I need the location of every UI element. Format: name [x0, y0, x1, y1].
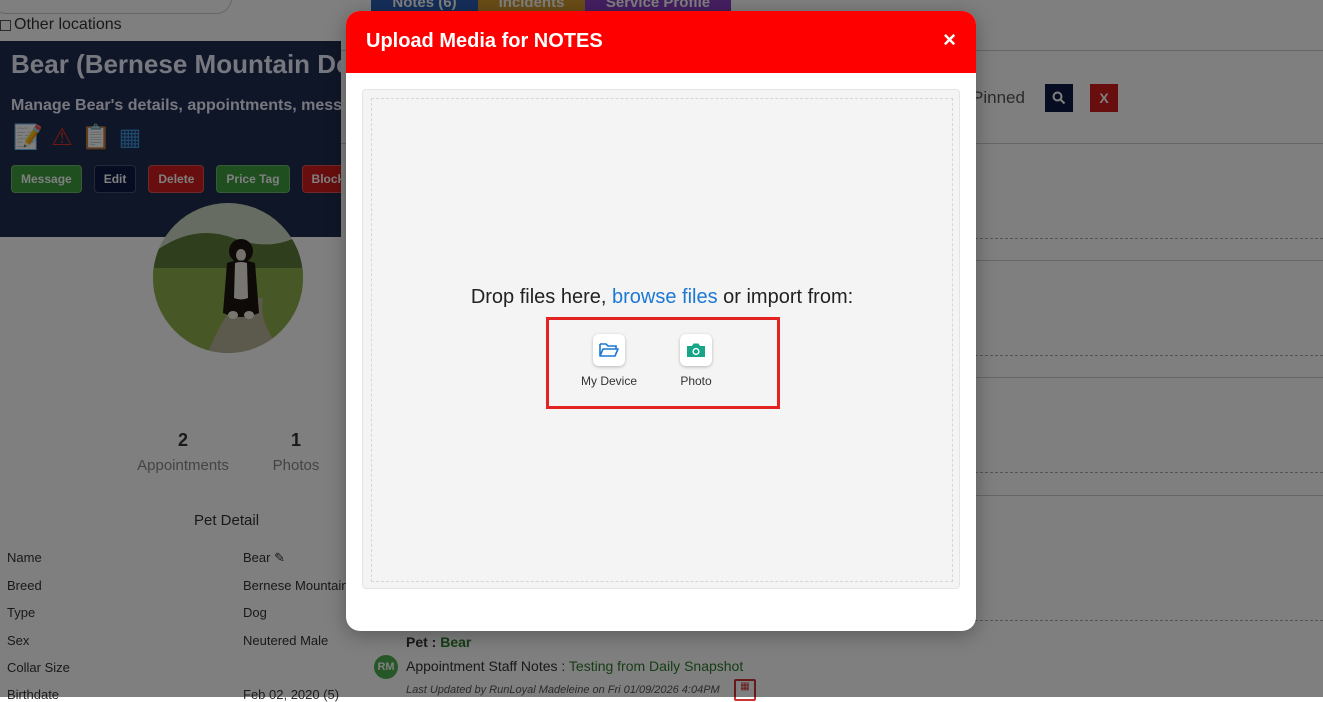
my-device-button[interactable]: My Device [574, 334, 644, 388]
camera-icon [680, 334, 712, 366]
close-icon[interactable]: × [943, 27, 956, 53]
my-device-label: My Device [580, 374, 637, 388]
upload-media-modal: Upload Media for NOTES × Drop files here… [346, 11, 976, 631]
modal-header: Upload Media for NOTES × [346, 11, 976, 73]
drop-prefix: Drop files here, [470, 286, 612, 308]
import-sources-highlight: My Device Photo [546, 317, 780, 409]
photo-label: Photo [680, 374, 712, 388]
dropzone[interactable]: Drop files here, browse files or import … [362, 89, 960, 589]
modal-title: Upload Media for NOTES [366, 30, 603, 52]
dropzone-inner: Drop files here, browse files or import … [371, 98, 953, 582]
browse-files-link[interactable]: browse files [612, 286, 718, 308]
drop-suffix: or import from: [717, 286, 854, 308]
drop-instructions: Drop files here, browse files or import … [372, 286, 952, 309]
photo-button[interactable]: Photo [661, 334, 731, 388]
folder-icon [593, 334, 625, 366]
